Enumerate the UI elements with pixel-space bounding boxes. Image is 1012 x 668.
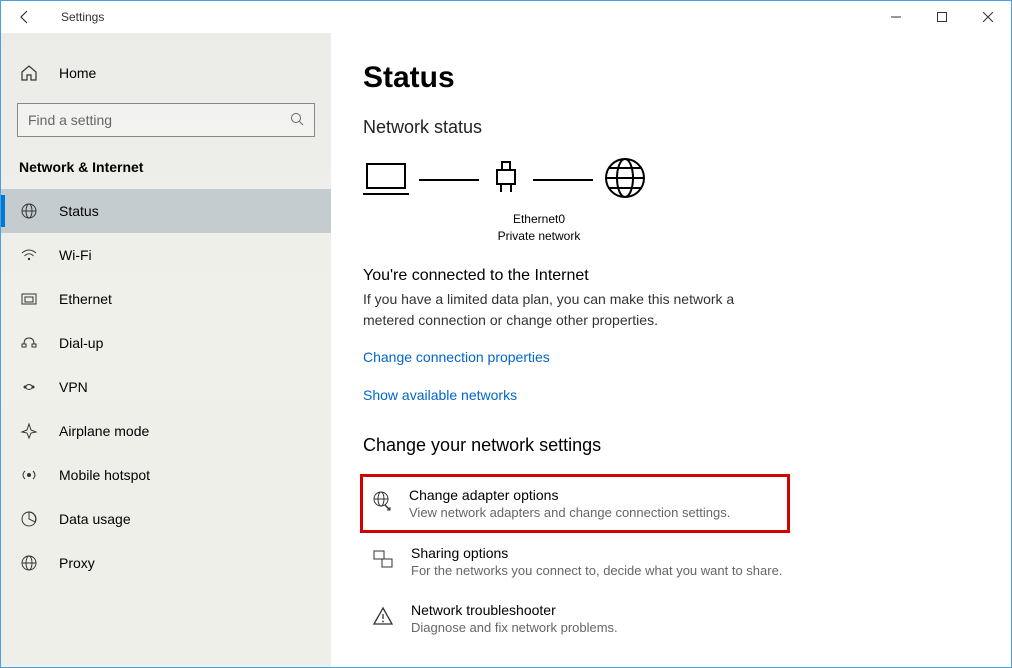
home-icon [19,63,39,83]
sidebar-item-status[interactable]: Status [1,189,331,233]
sidebar-item-dialup[interactable]: Dial-up [1,321,331,365]
tile-desc: View network adapters and change connect… [409,505,730,520]
sidebar-item-airplane[interactable]: Airplane mode [1,409,331,453]
connector-line [533,179,593,181]
sidebar-item-label: Mobile hotspot [59,467,150,483]
connected-desc: If you have a limited data plan, you can… [363,289,783,331]
adapter-icon [369,489,393,513]
window-title: Settings [61,10,104,24]
sidebar-item-label: Ethernet [59,291,112,307]
computer-icon [363,158,409,201]
sharing-icon [371,547,395,571]
router-icon [489,160,523,199]
sidebar-item-label: VPN [59,379,88,395]
dialup-icon [19,333,39,353]
tile-title: Change adapter options [409,487,730,503]
minimize-button[interactable] [873,1,919,33]
connected-title: You're connected to the Internet [363,267,979,285]
network-troubleshooter-tile[interactable]: Network troubleshooter Diagnose and fix … [363,590,793,647]
network-status-heading: Network status [363,117,979,138]
search-input-wrap[interactable] [17,103,315,137]
change-settings-heading: Change your network settings [363,435,979,456]
tile-title: Network troubleshooter [411,602,618,618]
main-content: Status Network status Ethernet0 Private … [331,33,1011,667]
sidebar-item-label: Airplane mode [59,423,149,439]
show-available-networks-link[interactable]: Show available networks [363,387,517,403]
sidebar-item-label: Status [59,203,99,219]
minimize-icon [891,12,901,22]
section-header: Network & Internet [1,155,331,189]
tile-title: Sharing options [411,545,782,561]
arrow-left-icon [17,9,33,25]
sidebar-item-label: Data usage [59,511,131,527]
internet-globe-icon [603,156,647,203]
network-diagram [363,156,979,203]
ethernet-icon [19,289,39,309]
sidebar-item-datausage[interactable]: Data usage [1,497,331,541]
maximize-button[interactable] [919,1,965,33]
globe-icon [19,201,39,221]
warning-icon [371,604,395,628]
sidebar-item-label: Proxy [59,555,95,571]
maximize-icon [937,12,947,22]
close-button[interactable] [965,1,1011,33]
page-title: Status [363,61,979,95]
search-icon [290,112,304,129]
back-button[interactable] [9,1,41,33]
ethernet-name: Ethernet0 [479,211,599,228]
sidebar: Home Network & Internet Status Wi-Fi Eth… [1,33,331,667]
sharing-options-tile[interactable]: Sharing options For the networks you con… [363,533,793,590]
sidebar-item-label: Dial-up [59,335,103,351]
tile-desc: For the networks you connect to, decide … [411,563,782,578]
sidebar-item-wifi[interactable]: Wi-Fi [1,233,331,277]
change-adapter-options-tile[interactable]: Change adapter options View network adap… [360,474,790,533]
vpn-icon [19,377,39,397]
wifi-icon [19,245,39,265]
proxy-icon [19,553,39,573]
close-icon [983,12,993,22]
sidebar-item-label: Wi-Fi [59,247,92,263]
home-label: Home [59,65,96,81]
hotspot-icon [19,465,39,485]
sidebar-item-vpn[interactable]: VPN [1,365,331,409]
tile-desc: Diagnose and fix network problems. [411,620,618,635]
connector-line [419,179,479,181]
datausage-icon [19,509,39,529]
airplane-icon [19,421,39,441]
sidebar-item-ethernet[interactable]: Ethernet [1,277,331,321]
change-connection-properties-link[interactable]: Change connection properties [363,349,550,365]
search-input[interactable] [28,112,290,128]
home-button[interactable]: Home [1,53,331,93]
network-type: Private network [479,228,599,245]
sidebar-item-proxy[interactable]: Proxy [1,541,331,585]
sidebar-item-hotspot[interactable]: Mobile hotspot [1,453,331,497]
